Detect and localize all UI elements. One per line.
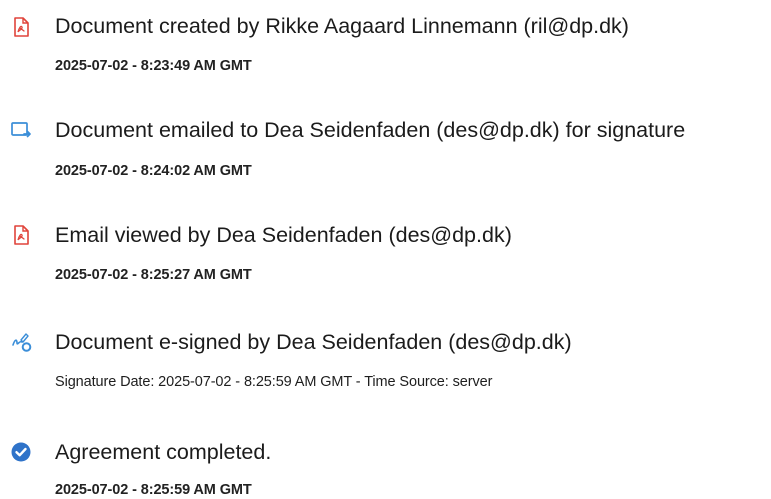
event-title: Agreement completed.: [55, 440, 272, 464]
event-signature-details: Signature Date: 2025-07-02 - 8:25:59 AM …: [55, 374, 493, 390]
event-timestamp: 2025-07-02 - 8:23:49 AM GMT: [55, 58, 252, 74]
e-sign-pen-icon: [10, 331, 32, 353]
email-sent-icon: [10, 119, 32, 141]
event-title: Document e-signed by Dea Seidenfaden (de…: [55, 330, 572, 354]
event-timestamp: 2025-07-02 - 8:25:27 AM GMT: [55, 267, 252, 283]
event-timestamp: 2025-07-02 - 8:25:59 AM GMT: [55, 482, 252, 498]
audit-trail: { "events": [ { "icon": "pdf-document-ic…: [0, 0, 771, 498]
event-title: Document emailed to Dea Seidenfaden (des…: [55, 118, 686, 142]
event-timestamp: 2025-07-02 - 8:24:02 AM GMT: [55, 163, 252, 179]
event-title: Document created by Rikke Aagaard Linnem…: [55, 14, 629, 38]
event-title: Email viewed by Dea Seidenfaden (des@dp.…: [55, 223, 512, 247]
pdf-document-icon: [10, 224, 32, 246]
check-circle-icon: [10, 441, 32, 463]
pdf-document-icon: [10, 16, 32, 38]
